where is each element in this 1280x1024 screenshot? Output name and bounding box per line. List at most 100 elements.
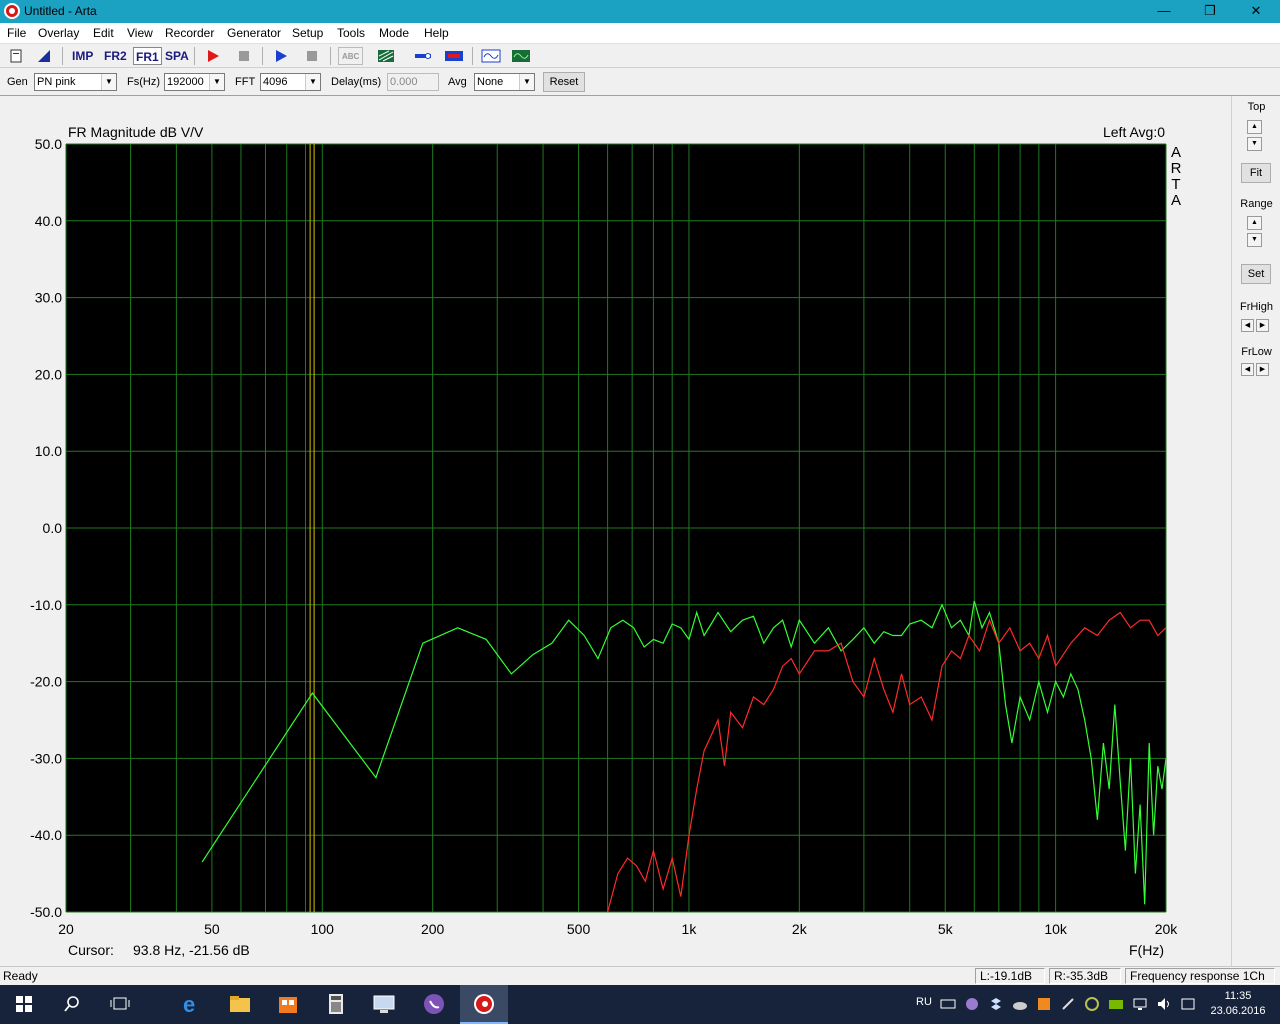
search-icon[interactable] (58, 991, 86, 1017)
brand-letter: A (1171, 144, 1181, 161)
reset-button[interactable]: Reset (543, 72, 585, 92)
frlow-left-button[interactable]: ◀ (1241, 363, 1254, 376)
generator-stop-icon[interactable] (304, 48, 320, 64)
frequency-response-chart[interactable]: FR Magnitude dB V/V Left Avg:0 50.0 40.0 3… (0, 96, 1231, 966)
menu-mode[interactable]: Mode (379, 26, 409, 40)
mode-readout: Frequency response 1Ch (1125, 968, 1275, 984)
impulse-mode-button[interactable]: IMP (72, 47, 93, 65)
y-tick-label: 0.0 (43, 520, 63, 536)
brand-letter: R (1171, 160, 1182, 177)
level-meter-icon[interactable] (414, 48, 432, 64)
x-axis-unit: F(Hz) (1129, 942, 1164, 958)
range-up-button[interactable]: ▲ (1247, 216, 1262, 230)
fft-size-select[interactable]: 4096 ▼ (260, 73, 321, 91)
network-icon[interactable] (1132, 996, 1148, 1012)
tools-tray-icon[interactable] (1060, 996, 1076, 1012)
fr1-mode-button[interactable]: FR1 (133, 47, 162, 65)
chevron-down-icon: ▼ (305, 74, 320, 90)
arta-app-icon (474, 994, 494, 1014)
set-button[interactable]: Set (1241, 264, 1271, 284)
onedrive-icon[interactable] (1012, 996, 1028, 1012)
update-tray-icon[interactable] (1084, 996, 1100, 1012)
menu-file[interactable]: File (7, 26, 26, 40)
plot-area: FR Magnitude dB V/V Left Avg:0 50.0 40.0 3… (0, 96, 1231, 966)
close-button[interactable]: ✕ (1233, 0, 1279, 23)
language-indicator[interactable]: RU (916, 996, 932, 1008)
fs-label: Fs(Hz) (127, 76, 160, 88)
calculator-icon[interactable] (322, 991, 350, 1017)
signal-generator-icon[interactable] (481, 48, 501, 64)
windows-start-icon[interactable] (10, 991, 38, 1017)
top-down-button[interactable]: ▼ (1247, 137, 1262, 151)
fit-button[interactable]: Fit (1241, 163, 1271, 183)
brand-letter: A (1171, 192, 1181, 209)
delay-input[interactable]: 0.000 (387, 73, 439, 91)
y-tick-label: -40.0 (30, 827, 62, 843)
record-play-icon[interactable] (205, 48, 221, 64)
y-tick-label: -10.0 (30, 597, 62, 613)
top-up-button[interactable]: ▲ (1247, 120, 1262, 134)
chevron-down-icon: ▼ (209, 74, 224, 90)
menu-generator[interactable]: Generator (227, 26, 281, 40)
fft-size-value: 4096 (263, 76, 288, 88)
clock-time: 11:35 (1224, 990, 1252, 1002)
cursor-label: Cursor: (68, 942, 114, 958)
dropbox-icon[interactable] (988, 996, 1004, 1012)
keyboard-icon[interactable] (940, 996, 956, 1012)
range-down-button[interactable]: ▼ (1247, 233, 1262, 247)
viber-tray-icon[interactable] (964, 996, 980, 1012)
x-tick-label: 500 (567, 921, 591, 937)
menu-recorder[interactable]: Recorder (165, 26, 214, 40)
action-center-icon[interactable] (1180, 996, 1196, 1012)
averaging-select[interactable]: None ▼ (474, 73, 535, 91)
x-tick-label: 200 (421, 921, 445, 937)
left-level-readout: L:-19.1dB (975, 968, 1045, 984)
abc-button[interactable]: ABC (338, 47, 364, 65)
sample-rate-select[interactable]: 192000 ▼ (164, 73, 225, 91)
averaging-value: None (477, 76, 504, 88)
menu-help[interactable]: Help (424, 26, 449, 40)
right-control-panel: Top ▲ ▼ Fit Range ▲ ▼ Set FrHigh ◀ ▶ FrL… (1231, 96, 1280, 966)
frlow-right-button[interactable]: ▶ (1256, 363, 1269, 376)
x-tick-label: 1k (682, 921, 698, 937)
edge-browser-icon[interactable]: e (178, 991, 206, 1017)
frhigh-left-button[interactable]: ◀ (1241, 319, 1254, 332)
restore-button[interactable]: ❐ (1187, 0, 1233, 23)
chart-title: FR Magnitude dB V/V (68, 124, 204, 140)
remote-desktop-icon[interactable] (370, 991, 398, 1017)
file-explorer-icon[interactable] (226, 991, 254, 1017)
window-title: Untitled - Arta (24, 4, 97, 18)
volume-icon[interactable] (1156, 996, 1172, 1012)
nvidia-icon[interactable] (1108, 996, 1124, 1012)
audio-settings-icon[interactable] (444, 48, 464, 64)
task-view-icon[interactable] (106, 991, 134, 1017)
right-level-readout: R:-35.3dB (1049, 968, 1121, 984)
viber-icon[interactable] (420, 991, 448, 1017)
menu-tools[interactable]: Tools (337, 26, 365, 40)
generator-select[interactable]: PN pink ▼ (34, 73, 117, 91)
app-tray-icon[interactable] (1036, 996, 1052, 1012)
range-label: Range (1240, 198, 1273, 210)
menu-view[interactable]: View (127, 26, 153, 40)
store-app-icon[interactable] (274, 991, 302, 1017)
fft-label: FFT (235, 76, 256, 88)
system-clock[interactable]: 11:35 23.06.2016 (1203, 989, 1273, 1019)
minimize-button[interactable]: — (1141, 0, 1187, 23)
spectrum-mode-button[interactable]: SPA (165, 47, 189, 65)
open-file-icon[interactable] (36, 48, 52, 64)
oscilloscope-icon[interactable] (511, 48, 531, 64)
cursor-readout: 93.8 Hz, -21.56 dB (133, 942, 250, 958)
menu-overlay[interactable]: Overlay (38, 26, 79, 40)
fr2-mode-button[interactable]: FR2 (104, 47, 127, 65)
generator-play-icon[interactable] (273, 48, 289, 64)
arta-taskbar-button[interactable] (460, 985, 508, 1024)
svg-text:e: e (183, 992, 195, 1017)
toolbar: IMP FR2 FR1 SPA ABC (0, 43, 1280, 68)
arta-app-icon[interactable] (4, 3, 20, 19)
frhigh-right-button[interactable]: ▶ (1256, 319, 1269, 332)
new-file-icon[interactable] (8, 48, 24, 64)
record-stop-icon[interactable] (236, 48, 252, 64)
calibrate-icon[interactable] (377, 48, 395, 64)
menu-setup[interactable]: Setup (292, 26, 323, 40)
menu-edit[interactable]: Edit (93, 26, 114, 40)
